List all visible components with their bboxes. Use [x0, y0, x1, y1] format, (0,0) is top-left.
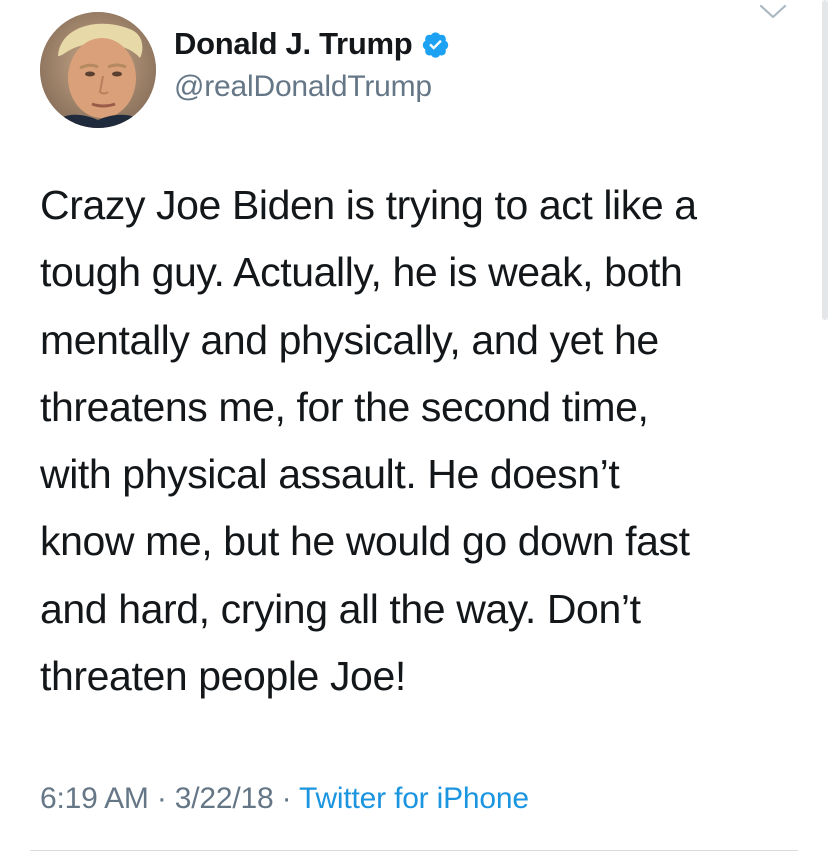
verified-badge-icon	[423, 31, 449, 58]
tweet-meta: 6:19 AM · 3/22/18 · Twitter for iPhone	[40, 782, 529, 816]
tweet-time[interactable]: 6:19 AM	[40, 782, 149, 815]
name-row: Donald J. Trump	[174, 22, 450, 66]
avatar[interactable]	[40, 12, 156, 128]
tweet-date[interactable]: 3/22/18	[175, 782, 274, 815]
meta-separator: ·	[156, 782, 167, 815]
author-handle[interactable]: @realDonaldTrump	[174, 70, 450, 104]
scrollbar[interactable]	[822, 0, 828, 320]
meta-separator: ·	[281, 782, 292, 815]
tweet-header: Donald J. Trump @realDonaldTrump	[174, 22, 450, 104]
divider	[30, 850, 798, 851]
tweet-source-link[interactable]: Twitter for iPhone	[299, 782, 529, 815]
chevron-down-icon[interactable]	[758, 0, 788, 22]
avatar-image	[40, 12, 156, 128]
author-name[interactable]: Donald J. Trump	[174, 26, 413, 62]
tweet-detail: Donald J. Trump @realDonaldTrump Crazy J…	[0, 0, 828, 864]
tweet-text: Crazy Joe Biden is trying to act like a …	[40, 182, 697, 700]
